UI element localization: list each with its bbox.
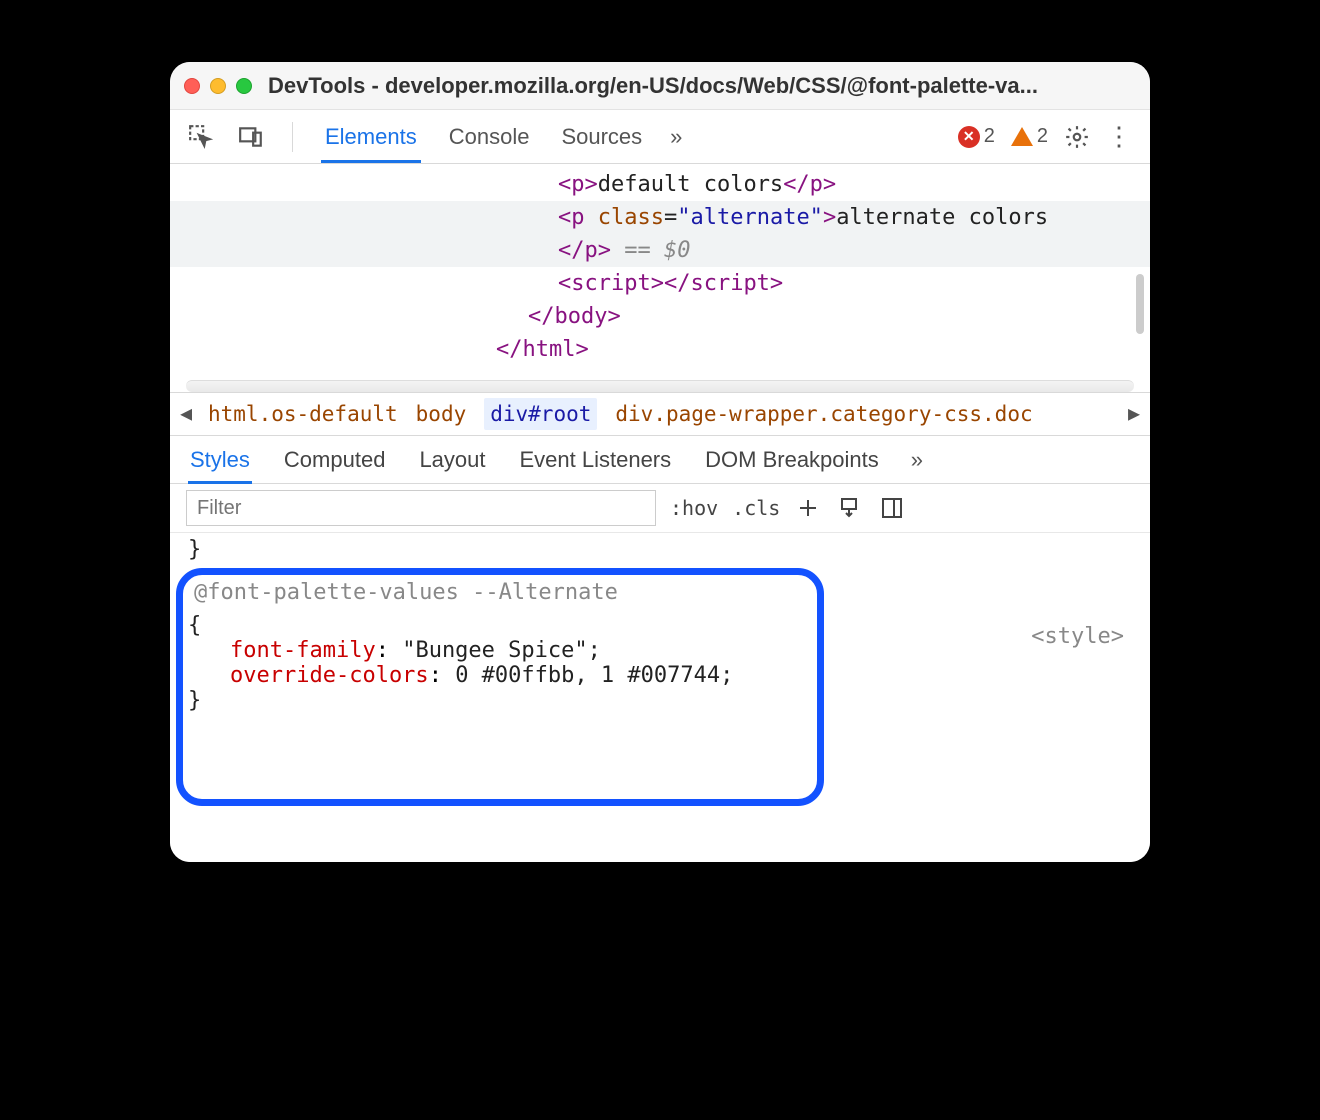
hov-toggle[interactable]: :hov [670, 496, 718, 520]
rule-open-brace: { [188, 613, 1132, 638]
titlebar: DevTools - developer.mozilla.org/en-US/d… [170, 62, 1150, 110]
styles-tab-layout[interactable]: Layout [417, 439, 487, 481]
styles-rules-panel[interactable]: } @font-palette-values --Alternate { fon… [170, 533, 1150, 862]
rule-at-rule-label: @font-palette-values --Alternate [194, 580, 1132, 605]
minimize-window-button[interactable] [210, 78, 226, 94]
more-tabs-chevron-icon[interactable]: » [670, 124, 682, 150]
warning-count-value: 2 [1037, 125, 1048, 148]
kebab-menu-icon[interactable]: ⋮ [1106, 121, 1132, 152]
css-property: override-colors [230, 663, 429, 688]
styles-tab-dom-breakpoints[interactable]: DOM Breakpoints [703, 439, 881, 481]
breadcrumb-item-selected[interactable]: div#root [484, 398, 597, 430]
device-toolbar-icon[interactable] [238, 124, 264, 150]
toolbar-divider [292, 122, 293, 152]
css-value: "Bungee Spice"; [402, 638, 601, 663]
dom-tree-panel[interactable]: <p>default colors</p> <p class="alternat… [170, 164, 1150, 392]
new-style-rule-icon[interactable] [794, 494, 822, 522]
styles-filter-row: :hov .cls [170, 484, 1150, 533]
dom-line[interactable]: <script></script> [170, 267, 1150, 300]
dom-line-selected-close[interactable]: </p> == $0 [170, 234, 1150, 267]
cls-toggle[interactable]: .cls [732, 496, 780, 520]
stray-brace: } [188, 537, 1132, 562]
styles-pane-tabs: Styles Computed Layout Event Listeners D… [170, 436, 1150, 484]
css-value: 0 #00ffbb, 1 #007744; [455, 663, 733, 688]
settings-icon[interactable] [1064, 124, 1090, 150]
inspect-element-icon[interactable] [188, 124, 214, 150]
tab-sources[interactable]: Sources [557, 114, 646, 160]
window-title: DevTools - developer.mozilla.org/en-US/d… [268, 73, 1136, 99]
tab-console[interactable]: Console [445, 114, 534, 160]
dom-line[interactable]: <p>default colors</p> [170, 168, 1150, 201]
breadcrumb-item[interactable]: body [416, 402, 467, 426]
styles-more-tabs-icon[interactable]: » [911, 447, 923, 473]
error-count-value: 2 [984, 125, 995, 148]
dom-line[interactable]: </html> [170, 333, 1150, 366]
styles-tab-computed[interactable]: Computed [282, 439, 388, 481]
close-window-button[interactable] [184, 78, 200, 94]
dom-line-selected[interactable]: <p class="alternate">alternate colors [170, 201, 1150, 234]
devtools-window: DevTools - developer.mozilla.org/en-US/d… [170, 62, 1150, 862]
rule-close-brace: } [188, 688, 1132, 713]
format-icon[interactable] [836, 494, 864, 522]
breadcrumb-item[interactable]: html.os-default [208, 402, 398, 426]
styles-tab-styles[interactable]: Styles [188, 439, 252, 484]
breadcrumb-scroll-right-icon[interactable]: ▶ [1128, 401, 1140, 425]
error-icon: ✕ [958, 126, 980, 148]
css-declaration[interactable]: font-family: "Bungee Spice"; [188, 638, 1132, 663]
dom-breadcrumb[interactable]: ◀ html.os-default body div#root div.page… [170, 392, 1150, 436]
devtools-toolbar: Elements Console Sources » ✕ 2 2 ⋮ [170, 110, 1150, 164]
dom-line[interactable]: </body> [170, 300, 1150, 333]
dom-vertical-scrollbar[interactable] [1136, 274, 1144, 334]
error-count[interactable]: ✕ 2 [958, 125, 995, 148]
styles-filter-input[interactable] [186, 490, 656, 526]
dom-horizontal-scrollbar[interactable] [186, 380, 1134, 392]
css-declaration[interactable]: override-colors: 0 #00ffbb, 1 #007744; [188, 663, 1132, 688]
tab-elements[interactable]: Elements [321, 114, 421, 163]
styles-tab-event-listeners[interactable]: Event Listeners [518, 439, 674, 481]
css-property: font-family [230, 638, 376, 663]
breadcrumb-scroll-left-icon[interactable]: ◀ [180, 401, 192, 425]
css-rule-block[interactable]: @font-palette-values --Alternate { font-… [188, 580, 1132, 713]
warning-icon [1011, 127, 1033, 146]
toggle-computed-sidebar-icon[interactable] [878, 494, 906, 522]
zoom-window-button[interactable] [236, 78, 252, 94]
rule-origin-link[interactable]: <style> [1031, 624, 1124, 649]
breadcrumb-item[interactable]: div.page-wrapper.category-css.doc [615, 402, 1032, 426]
warning-count[interactable]: 2 [1011, 125, 1048, 148]
traffic-lights [184, 78, 252, 94]
toolbar-right: ✕ 2 2 ⋮ [958, 121, 1132, 152]
